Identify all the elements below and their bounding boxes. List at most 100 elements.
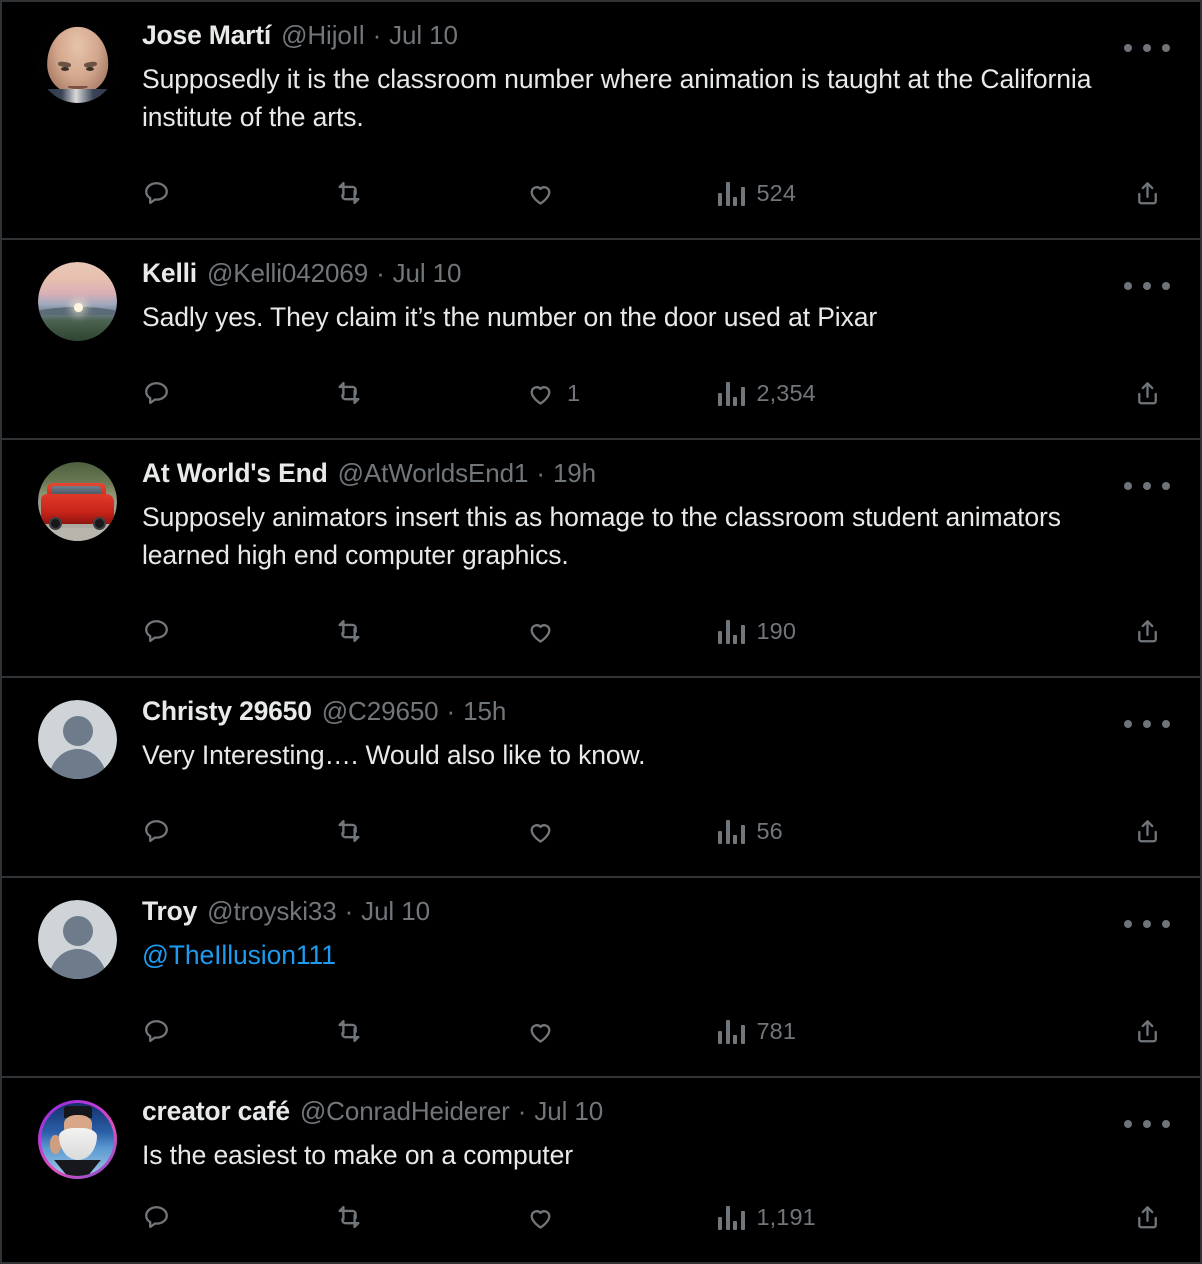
reply-icon — [142, 1203, 171, 1232]
more-options-icon[interactable] — [1124, 910, 1170, 938]
like-button[interactable] — [526, 612, 718, 650]
views-count: 190 — [756, 617, 797, 644]
timestamp[interactable]: 15h — [463, 698, 506, 724]
retweet-icon — [334, 816, 364, 846]
more-dot — [1124, 1120, 1132, 1128]
like-button[interactable]: 1 — [526, 374, 718, 412]
reply-button[interactable] — [142, 174, 334, 212]
views-button[interactable]: 190 — [718, 612, 958, 650]
share-button[interactable] — [1133, 374, 1162, 412]
author-name[interactable]: Christy 29650 — [142, 698, 312, 725]
reply-button[interactable] — [142, 374, 334, 412]
tweet-text: Very Interesting…. Would also like to kn… — [142, 739, 646, 770]
views-bar — [725, 1020, 730, 1044]
views-button[interactable]: 781 — [718, 1012, 958, 1050]
share-button[interactable] — [1133, 812, 1162, 850]
share-button[interactable] — [1133, 1012, 1162, 1050]
views-bar — [725, 1206, 730, 1230]
more-options-icon[interactable] — [1124, 710, 1170, 738]
more-options-icon[interactable] — [1124, 272, 1170, 300]
timestamp[interactable]: Jul 10 — [534, 1098, 603, 1124]
tweet-item-3[interactable]: Christy 29650 @C29650 · 15h Very Interes… — [2, 678, 1200, 878]
like-button[interactable] — [526, 1198, 718, 1236]
heart-icon — [526, 1203, 555, 1232]
avatar-image — [38, 24, 117, 103]
author-name[interactable]: At World's End — [142, 460, 328, 487]
author-handle[interactable]: @AtWorldsEnd1 — [338, 460, 529, 486]
views-count: 781 — [756, 1017, 797, 1044]
views-count: 1,191 — [756, 1203, 816, 1230]
views-bar — [718, 1031, 722, 1044]
more-options-icon[interactable] — [1124, 1110, 1170, 1138]
author-handle[interactable]: @C29650 — [322, 698, 439, 724]
views-bar — [718, 393, 722, 406]
views-bar — [718, 831, 722, 844]
author-handle[interactable]: @ConradHeiderer — [300, 1098, 510, 1124]
retweet-button[interactable] — [334, 374, 526, 412]
timestamp[interactable]: Jul 10 — [393, 260, 462, 286]
share-button[interactable] — [1133, 1198, 1162, 1236]
more-dot — [1124, 920, 1132, 928]
retweet-button[interactable] — [334, 1012, 526, 1050]
views-button[interactable]: 2,354 — [718, 374, 958, 412]
avatar[interactable] — [38, 462, 117, 541]
more-options-icon[interactable] — [1124, 472, 1170, 500]
share-icon — [1133, 817, 1162, 846]
timestamp[interactable]: 19h — [553, 460, 596, 486]
views-bar — [733, 835, 737, 844]
author-handle[interactable]: @HijoIl — [281, 22, 365, 48]
author-name[interactable]: creator café — [142, 1098, 290, 1125]
author-name[interactable]: Kelli — [142, 260, 197, 287]
retweet-button[interactable] — [334, 812, 526, 850]
tweet-action-bar: 781 — [142, 1012, 1170, 1050]
more-dot — [1143, 44, 1151, 52]
reply-button[interactable] — [142, 1012, 334, 1050]
reply-button[interactable] — [142, 1198, 334, 1236]
views-bar — [733, 197, 737, 206]
more-options-icon[interactable] — [1124, 34, 1170, 62]
tweet-header: creator café @ConradHeiderer · Jul 10 — [142, 1098, 1174, 1125]
retweet-button[interactable] — [334, 612, 526, 650]
like-button[interactable] — [526, 1012, 718, 1050]
avatar[interactable] — [38, 1100, 117, 1179]
timestamp[interactable]: Jul 10 — [361, 898, 430, 924]
share-button[interactable] — [1133, 174, 1162, 212]
tweet-item-2[interactable]: At World's End @AtWorldsEnd1 · 19h Suppo… — [2, 440, 1200, 678]
reply-button[interactable] — [142, 812, 334, 850]
reply-icon — [142, 179, 171, 208]
retweet-button[interactable] — [334, 1198, 526, 1236]
share-icon — [1133, 617, 1162, 646]
author-name[interactable]: Troy — [142, 898, 197, 925]
tweet-item-1[interactable]: Kelli @Kelli042069 · Jul 10 Sadly yes. T… — [2, 240, 1200, 440]
avatar[interactable] — [38, 262, 117, 341]
views-button[interactable]: 56 — [718, 812, 958, 850]
avatar-image — [38, 262, 117, 341]
avatar[interactable] — [38, 900, 117, 979]
avatar-image — [38, 900, 117, 979]
share-icon — [1133, 1203, 1162, 1232]
separator-dot: · — [517, 1096, 527, 1126]
retweet-button[interactable] — [334, 174, 526, 212]
reply-button[interactable] — [142, 612, 334, 650]
like-button[interactable] — [526, 174, 718, 212]
tweet-item-0[interactable]: Jose Martí @HijoIl · Jul 10 Supposedly i… — [2, 2, 1200, 240]
avatar[interactable] — [38, 700, 117, 779]
heart-icon — [526, 817, 555, 846]
author-handle[interactable]: @troyski33 — [207, 898, 337, 924]
like-button[interactable] — [526, 812, 718, 850]
views-bar — [740, 187, 745, 206]
views-button[interactable]: 1,191 — [718, 1198, 958, 1236]
author-handle[interactable]: @Kelli042069 — [207, 260, 368, 286]
timestamp[interactable]: Jul 10 — [389, 22, 458, 48]
more-dot — [1162, 920, 1170, 928]
more-dot — [1162, 282, 1170, 290]
like-count: 1 — [567, 379, 581, 406]
author-name[interactable]: Jose Martí — [142, 22, 271, 49]
tweet-item-5[interactable]: creator café @ConradHeiderer · Jul 10 Is… — [2, 1078, 1200, 1264]
more-dot — [1162, 44, 1170, 52]
avatar[interactable] — [38, 24, 117, 103]
views-button[interactable]: 524 — [718, 174, 958, 212]
tweet-item-4[interactable]: Troy @troyski33 · Jul 10 @TheIllusion111 — [2, 878, 1200, 1078]
tweet-text: Sadly yes. They claim it’s the number on… — [142, 301, 878, 332]
share-button[interactable] — [1133, 612, 1162, 650]
